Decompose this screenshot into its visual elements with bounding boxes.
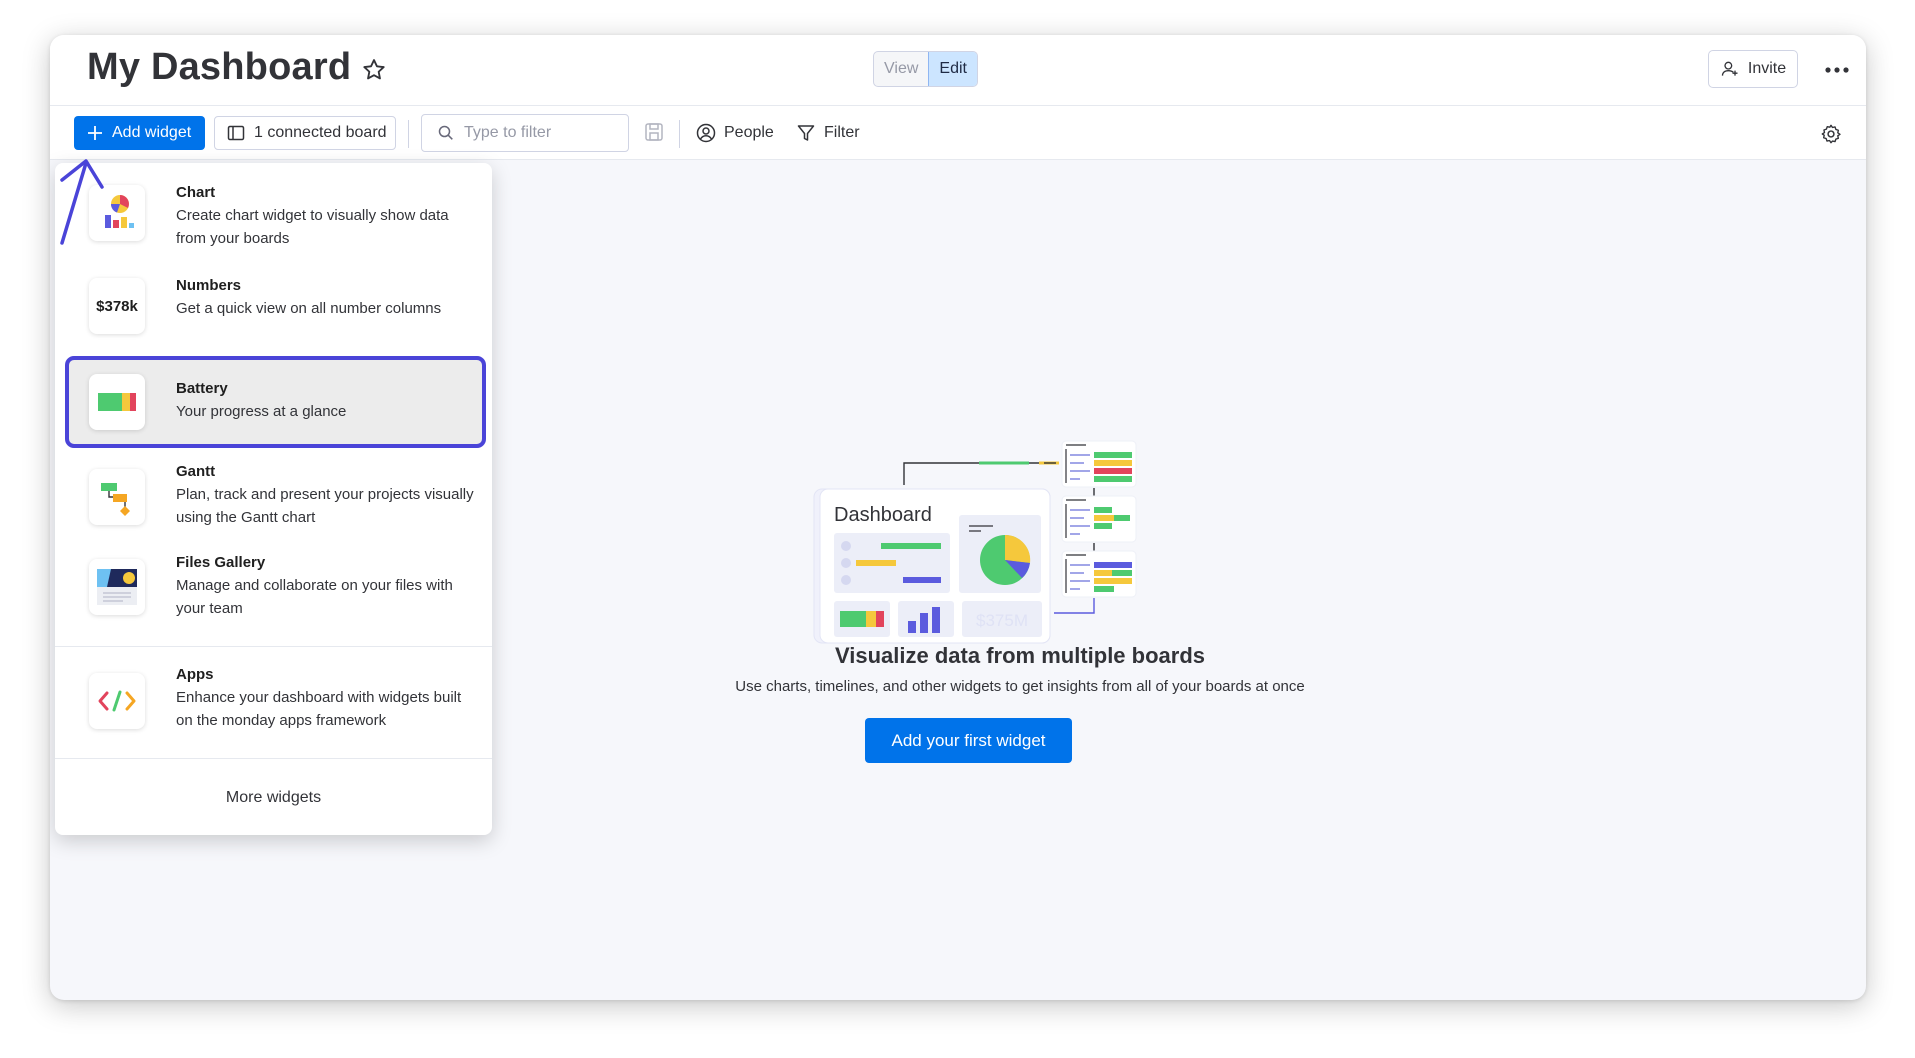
add-person-icon xyxy=(1721,61,1738,76)
invite-label: Invite xyxy=(1747,60,1787,77)
people-label: People xyxy=(724,124,774,141)
menu-item-gantt[interactable]: Gantt Plan, track and present your proje… xyxy=(55,461,492,541)
menu-item-apps[interactable]: Apps Enhance your dashboard with widgets… xyxy=(55,666,492,746)
search-input[interactable] xyxy=(464,124,614,142)
gantt-icon xyxy=(89,469,145,525)
save-view-icon[interactable] xyxy=(643,121,665,143)
pointer-arrow-annotation xyxy=(60,159,104,245)
more-widgets-link[interactable]: More widgets xyxy=(55,789,492,807)
dashboard-toolbar: Add widget 1 connected board Type to fil… xyxy=(50,106,1866,160)
gear-icon[interactable] xyxy=(1820,123,1842,145)
menu-item-description: Enhance your dashboard with widgets buil… xyxy=(176,689,462,729)
battery-icon xyxy=(89,374,145,430)
funnel-icon xyxy=(797,125,815,141)
connected-board-label: 1 connected board xyxy=(254,124,387,141)
toolbar-divider xyxy=(679,120,680,148)
menu-item-description: Plan, track and present your projects vi… xyxy=(176,486,474,526)
menu-item-description: Create chart widget to visually show dat… xyxy=(176,207,449,247)
menu-item-title: Battery xyxy=(176,380,228,397)
menu-divider xyxy=(55,758,492,759)
board-icon xyxy=(227,125,245,141)
menu-divider xyxy=(55,646,492,647)
empty-state-title: Visualize data from multiple boards xyxy=(834,643,1205,668)
menu-item-description: Your progress at a glance xyxy=(176,403,347,420)
view-edit-toggle: View Edit xyxy=(873,51,978,87)
people-filter-button[interactable]: People xyxy=(696,116,774,150)
illustration-amount: $375M xyxy=(976,611,1028,630)
view-mode-button[interactable]: View xyxy=(874,52,928,86)
more-options-icon[interactable] xyxy=(1823,60,1851,80)
dashboard-header: My Dashboard View Edit Invite xyxy=(50,35,1866,106)
edit-mode-button[interactable]: Edit xyxy=(928,52,977,86)
menu-item-title: Files Gallery xyxy=(176,554,266,571)
invite-button[interactable]: Invite xyxy=(1708,50,1798,88)
filter-search xyxy=(421,114,629,152)
filter-label: Filter xyxy=(824,124,860,141)
menu-item-description: Get a quick view on all number columns xyxy=(176,300,442,317)
menu-item-numbers[interactable]: $378k Numbers Get a quick view on all nu… xyxy=(55,275,492,345)
menu-item-files-gallery[interactable]: Files Gallery Manage and collaborate on … xyxy=(55,554,492,634)
menu-item-title: Gantt xyxy=(176,463,216,480)
menu-item-title: Chart xyxy=(176,184,216,201)
person-circle-icon xyxy=(696,123,716,143)
toolbar-divider xyxy=(408,120,409,148)
menu-item-battery[interactable]: Battery Your progress at a glance xyxy=(55,356,492,448)
menu-item-title: Apps xyxy=(176,666,214,683)
illustration-title: Dashboard xyxy=(834,504,932,526)
menu-item-title: Numbers xyxy=(176,277,242,294)
star-icon[interactable] xyxy=(360,56,388,84)
filter-button[interactable]: Filter xyxy=(796,116,860,150)
add-first-widget-button[interactable]: Add your first widget xyxy=(865,718,1072,763)
numbers-glyph: $378k xyxy=(96,297,138,315)
connected-board-button[interactable]: 1 connected board xyxy=(214,116,396,150)
files-gallery-icon xyxy=(89,559,145,615)
menu-item-description: Manage and collaborate on your files wit… xyxy=(176,577,453,617)
dashboard-window: My Dashboard View Edit Invite Add widget… xyxy=(50,35,1866,1000)
dashboard-illustration: Dashboard $375M xyxy=(813,440,1137,644)
empty-state-subtitle: Use charts, timelines, and other widgets… xyxy=(735,678,1305,695)
search-icon xyxy=(438,125,453,140)
apps-icon xyxy=(89,673,145,729)
numbers-icon: $378k xyxy=(89,278,145,334)
